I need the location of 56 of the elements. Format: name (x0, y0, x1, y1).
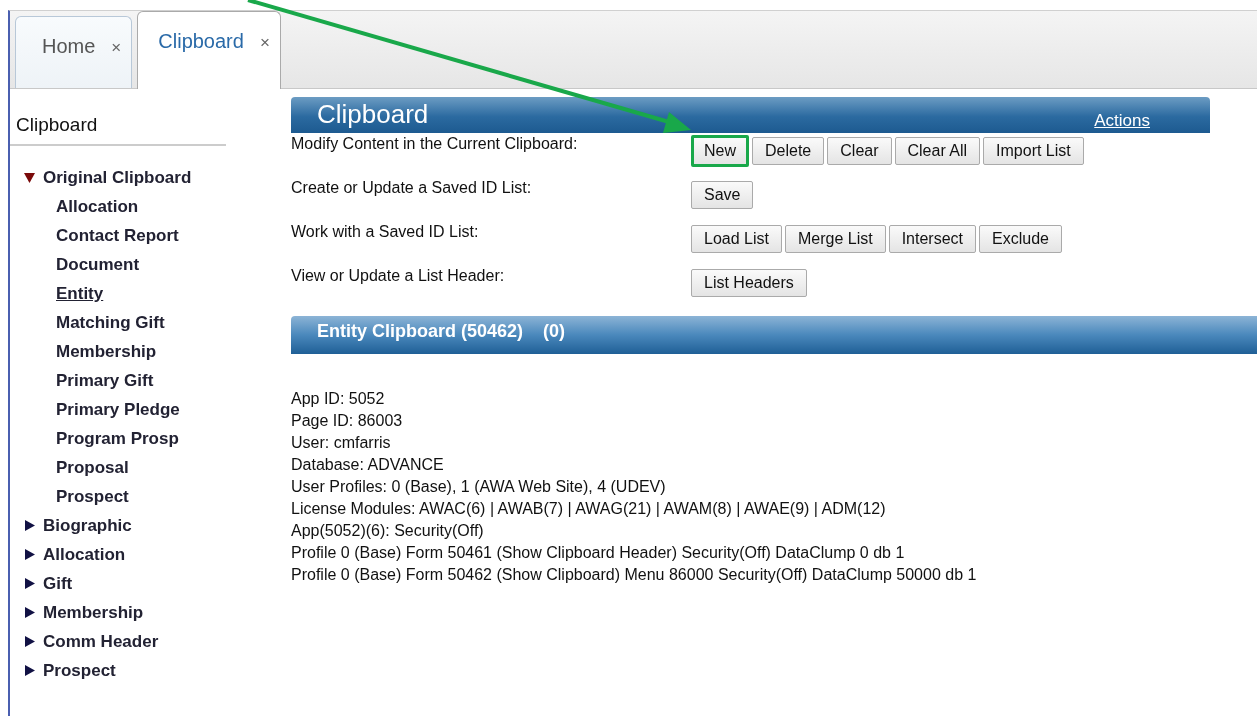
collapse-icon[interactable] (24, 172, 35, 183)
tree-item[interactable]: Program Prosp (24, 428, 179, 457)
tree-item[interactable]: Primary Pledge (24, 399, 180, 428)
tree-item[interactable]: Membership (24, 341, 157, 370)
actions-link[interactable]: Actions (1094, 111, 1150, 131)
expand-icon[interactable] (24, 578, 35, 589)
tree-item[interactable]: Allocation (24, 196, 139, 225)
info-line: Profile 0 (Base) Form 50461 (Show Clipboard Header) Security(Off) DataClump 0 db 1 (291, 543, 905, 563)
info-line: App ID: 5052 (291, 389, 385, 409)
row-label: Work with a Saved ID List: (291, 222, 480, 241)
action-button[interactable]: New (691, 135, 749, 167)
item-count: (0) (543, 321, 566, 343)
expand-icon[interactable] (24, 636, 35, 647)
tree-item[interactable]: Contact Report (24, 225, 179, 254)
tree-item[interactable]: Biographic (24, 515, 132, 544)
action-button[interactable]: Exclude (979, 225, 1062, 253)
tree-item[interactable]: Original Clipboard (24, 167, 192, 196)
action-button[interactable]: Load List (691, 225, 782, 253)
action-button[interactable]: Save (691, 181, 754, 209)
sidebar-title: Clipboard (10, 89, 226, 146)
panel-title: Clipboard (317, 99, 429, 129)
expand-icon[interactable] (24, 549, 35, 560)
info-line: Profile 0 (Base) Form 50462 (Show Clipboard) Menu 86000 Security(Off) DataClump 50000 db 1 (291, 565, 977, 585)
tree-item[interactable]: Comm Header (24, 631, 159, 660)
tab[interactable]: Home × (15, 16, 133, 88)
action-button[interactable]: List Headers (691, 269, 807, 297)
tree-item[interactable]: Prospect (24, 660, 116, 689)
expand-icon[interactable] (24, 607, 35, 618)
info-line: App(5052)(6): Security(Off) (291, 521, 484, 541)
info-line: User Profiles: 0 (Base), 1 (AWA Web Site), 4 (UDEV) (291, 477, 666, 497)
info-line: User: cmfarris (291, 433, 391, 453)
tree-item[interactable]: Document (24, 254, 140, 283)
tree-item[interactable]: Prospect (24, 486, 129, 515)
action-button[interactable]: Clear (827, 137, 892, 165)
row-label: View or Update a List Header: (291, 266, 506, 285)
action-button[interactable]: Merge List (784, 225, 886, 253)
action-button[interactable]: Import List (983, 137, 1084, 165)
info-line: License Modules: AWAC(6) | AWAB(7) | AWAG(21) | AWAM(8) | AWAE(9) | ADM(12) (291, 499, 886, 519)
expand-icon[interactable] (24, 520, 35, 531)
tree-item[interactable]: Membership (24, 602, 144, 631)
tree-item[interactable]: Primary Gift (24, 370, 154, 399)
info-line: Page ID: 86003 (291, 411, 403, 431)
tree-item[interactable]: Entity (24, 283, 104, 312)
action-button[interactable]: Delete (752, 137, 825, 165)
action-button[interactable]: Intersect (888, 225, 976, 253)
section-title: Entity Clipboard (50462) (317, 321, 524, 343)
tab[interactable]: Clipboard × (137, 11, 281, 89)
tree-item[interactable]: Gift (24, 573, 73, 602)
row-label: Create or Update a Saved ID List: (291, 178, 533, 197)
tree-item[interactable]: Allocation (24, 544, 126, 573)
tree-item[interactable]: Proposal (24, 457, 129, 486)
info-line: Database: ADVANCE (291, 455, 444, 475)
action-button[interactable]: Clear All (894, 137, 981, 165)
expand-icon[interactable] (24, 665, 35, 676)
row-label: Modify Content in the Current Clipboard: (291, 134, 579, 153)
tree-item[interactable]: Matching Gift (24, 312, 165, 341)
